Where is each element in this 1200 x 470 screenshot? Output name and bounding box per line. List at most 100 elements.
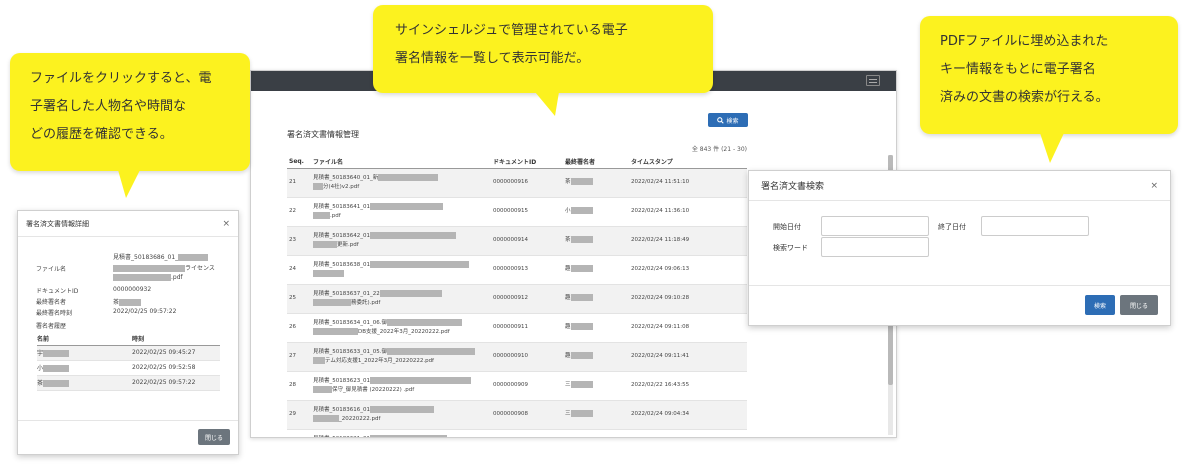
callout-left-line: 子署名した人物名や時間な — [30, 99, 187, 114]
row-timestamp: 2022/02/24 09:11:41 — [629, 342, 747, 372]
time-value: 2022/02/25 09:57:22 — [113, 308, 177, 315]
keyword-input[interactable] — [821, 237, 929, 257]
table-row[interactable]: 25 見積書_50183637_01_22 務委託).pdf 0000000912 趣 2… — [287, 284, 747, 314]
history-header-time: 時刻 — [132, 332, 220, 346]
row-timestamp: 2022/02/24 11:36:10 — [629, 197, 747, 227]
callout-right: PDFファイルに埋め込まれた キー情報をもとに電子署名 済みの文書の検索が行える… — [920, 16, 1178, 134]
row-filename[interactable]: 見積書_50183642_01 更新.pdf — [311, 226, 491, 256]
detail-modal-header: 署名済文書情報詳細 × — [18, 211, 238, 237]
row-signer: 茶 — [563, 226, 629, 256]
row-timestamp: 2022/02/22 16:43:55 — [629, 371, 747, 401]
document-table: Seq. ファイル名 ドキュメントID 最終署名者 タイムスタンプ 21 見積書_… — [287, 155, 747, 437]
callout-right-line: キー情報をもとに電子署名 — [940, 62, 1096, 77]
row-signer: 三 — [563, 371, 629, 401]
row-seq: 24 — [287, 255, 311, 285]
callout-left-line: ファイルをクリックすると、電 — [30, 71, 212, 86]
table-row[interactable]: 27 見積書_50183633_01_05.御 テム対応支援1_2022年3月_20… — [287, 342, 747, 372]
close-icon[interactable]: × — [222, 219, 230, 229]
row-filename[interactable]: 見積書_50183637_01_22 務委託).pdf — [311, 284, 491, 314]
callout-center-tail — [535, 92, 559, 116]
record-count: 全 843 件 (21 - 30) — [691, 146, 747, 153]
table-row[interactable]: 21 見積書_50183640_01_新 分(4社)v2.pdf 0000000916… — [287, 168, 747, 198]
row-docid: 0000000907 — [491, 429, 563, 437]
search-modal: 署名済文書検索 × 開始日付 終了日付 検索ワード 検索 閉じる — [748, 170, 1171, 326]
row-filename[interactable]: 見積書_50183633_01_05.御 テム対応支援1_2022年3月_2022… — [311, 342, 491, 372]
open-search-button[interactable]: 検索 — [708, 113, 748, 127]
docid-label: ドキュメントID — [36, 288, 79, 295]
callout-left-tail — [118, 170, 140, 198]
signer-label: 最終署名者 — [36, 299, 67, 306]
history-row: 宇 2022/02/25 09:45:27 — [37, 345, 220, 361]
row-docid: 0000000910 — [491, 342, 563, 372]
history-row: 小 2022/02/25 09:52:58 — [37, 360, 220, 376]
row-docid: 0000000914 — [491, 226, 563, 256]
search-icon — [717, 116, 725, 124]
row-filename[interactable]: 見積書_50183641_01 .pdf — [311, 197, 491, 227]
end-date-input[interactable] — [981, 216, 1089, 236]
table-row[interactable]: 23 見積書_50183642_01 更新.pdf 0000000914 茶 2022/0… — [287, 226, 747, 256]
row-filename[interactable]: 見積書_50183623_01 保守_御見積書 (20220222) .pdf — [311, 371, 491, 401]
signer-history-table: 名前 時刻 宇 2022/02/25 09:45:27 小 2022/02/25 09… — [37, 332, 220, 391]
row-signer: 趣 — [563, 284, 629, 314]
search-modal-footer — [749, 285, 1170, 286]
history-name: 宇 — [37, 345, 132, 361]
callout-left-line: どの履歴を確認できる。 — [30, 127, 173, 142]
callout-right-line: 済みの文書の検索が行える。 — [940, 90, 1109, 105]
row-timestamp: 2022/02/24 11:51:10 — [629, 168, 747, 198]
row-seq: 26 — [287, 313, 311, 343]
callout-right-tail — [1040, 133, 1064, 163]
column-header-signer: 最終署名者 — [563, 155, 629, 169]
row-docid: 0000000915 — [491, 197, 563, 227]
column-header-filename: ファイル名 — [311, 155, 491, 169]
row-seq: 27 — [287, 342, 311, 372]
file-value-1: 見積書_50183686_01_ — [113, 252, 209, 261]
row-docid: 0000000911 — [491, 313, 563, 343]
page-title: 署名済文書情報管理 — [287, 130, 359, 139]
table-row[interactable]: 28 見積書_50183623_01 保守_御見積書 (20220222) .pdf… — [287, 371, 747, 401]
row-docid: 0000000908 — [491, 400, 563, 430]
row-seq: 25 — [287, 284, 311, 314]
signer-value: 茶 — [113, 297, 142, 306]
history-time: 2022/02/25 09:52:58 — [132, 360, 220, 376]
search-submit-button[interactable]: 検索 — [1085, 295, 1115, 315]
keyword-label: 検索ワード — [773, 244, 808, 252]
row-signer: 茶 — [563, 429, 629, 437]
column-header-seq: Seq. — [287, 155, 311, 169]
table-row[interactable]: 22 見積書_50183641_01 .pdf 0000000915 小 2022/02/… — [287, 197, 747, 227]
close-icon[interactable]: × — [1150, 181, 1158, 191]
row-filename[interactable]: 見積書_50183634_01_06.御 DB支援_2022年3月_2022022… — [311, 313, 491, 343]
menu-icon[interactable] — [866, 75, 880, 86]
row-timestamp: 2022/02/24 09:11:08 — [629, 313, 747, 343]
row-seq: 23 — [287, 226, 311, 256]
row-timestamp: 2022/02/22 16:06:04 — [629, 429, 747, 437]
table-row[interactable]: 29 見積書_50183616_01 _20220222.pdf 0000000908… — [287, 400, 747, 430]
callout-center-line: サインシェルジュで管理されている電子 — [395, 23, 628, 38]
row-filename[interactable]: 見積書_50183621_01 — [311, 429, 491, 437]
row-seq: 29 — [287, 400, 311, 430]
row-filename[interactable]: 見積書_50183616_01 _20220222.pdf — [311, 400, 491, 430]
row-seq: 30 — [287, 429, 311, 437]
start-date-input[interactable] — [821, 216, 929, 236]
close-button[interactable]: 閉じる — [198, 429, 230, 445]
history-name: 茶 — [37, 375, 132, 391]
table-row[interactable]: 30見積書_50183621_010000000907茶2022/02/22 1… — [287, 429, 747, 437]
table-row[interactable]: 26 見積書_50183634_01_06.御 DB支援_2022年3月_20220… — [287, 313, 747, 343]
history-name: 小 — [37, 360, 132, 376]
column-header-docid: ドキュメントID — [491, 155, 563, 169]
row-signer: 茶 — [563, 168, 629, 198]
detail-modal-footer: 閉じる — [18, 420, 238, 454]
search-close-button[interactable]: 閉じる — [1120, 295, 1158, 315]
history-header-name: 名前 — [37, 332, 132, 346]
row-docid: 0000000916 — [491, 168, 563, 198]
table-row[interactable]: 24 見積書_50183638_01 0000000913 趣 2022/02/24 0… — [287, 255, 747, 285]
callout-center: サインシェルジュで管理されている電子 署名情報を一覧して表示可能だ。 — [373, 5, 713, 93]
detail-modal-title: 署名済文書情報詳細 — [26, 219, 89, 228]
row-filename[interactable]: 見積書_50183640_01_新 分(4社)v2.pdf — [311, 168, 491, 198]
row-docid: 0000000913 — [491, 255, 563, 285]
file-label: ファイル名 — [36, 266, 67, 273]
row-filename[interactable]: 見積書_50183638_01 — [311, 255, 491, 285]
row-seq: 21 — [287, 168, 311, 198]
search-modal-title: 署名済文書検索 — [761, 182, 825, 192]
row-timestamp: 2022/02/24 09:06:13 — [629, 255, 747, 285]
search-modal-header: 署名済文書検索 × — [749, 171, 1170, 201]
